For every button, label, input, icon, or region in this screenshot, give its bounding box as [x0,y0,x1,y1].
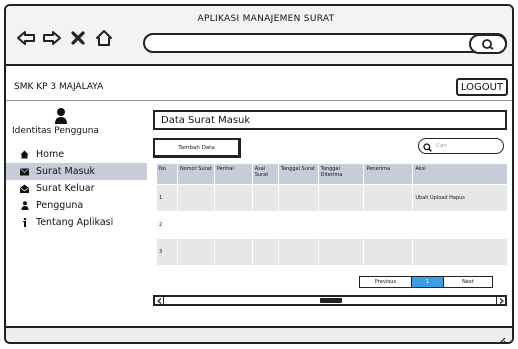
home-icon[interactable] [94,28,114,48]
table-cell [176,211,215,239]
sidebar-item-tentang-aplikasi[interactable]: Tentang Aplikasi [6,214,147,231]
scroll-left-icon[interactable] [155,297,164,304]
sidebar-item-surat-masuk[interactable]: Surat Masuk [6,163,147,180]
user-identity-label: Identitas Pengguna [12,126,99,136]
close-icon[interactable] [68,28,88,48]
scrollbar-thumb[interactable] [320,298,342,303]
row-actions [412,211,508,239]
sidebar-item-label: Home [36,149,65,160]
forward-arrow-icon[interactable] [42,28,62,48]
sidebar-item-label: Surat Keluar [36,183,95,194]
row-actions[interactable]: Ubah Upload Hapus [412,184,508,212]
column-header: Nomor Surat [176,163,215,185]
table-cell [317,184,365,212]
search-input[interactable]: Cari [418,138,504,154]
school-name: SMK KP 3 MAJALAYA [14,82,104,92]
column-header: Tanggal Diterima [317,163,365,185]
sidebar-item-surat-keluar[interactable]: Surat Keluar [6,180,147,197]
next-page-button[interactable]: Next [444,277,492,287]
table-cell [176,238,215,266]
table-cell: 3 [156,238,178,266]
table-cell: 1 [156,184,178,212]
home-icon [20,150,29,159]
info-icon [20,218,29,227]
page-title: Data Surat Masuk [153,110,507,130]
column-header: Asal Surat [251,163,279,185]
table-cell [251,184,279,212]
outbox-icon [20,184,29,193]
table-cell [176,184,215,212]
table-cell [277,211,319,239]
resize-grip-icon[interactable] [496,330,506,342]
search-placeholder: Cari [436,143,447,149]
browser-window: APLIKASI MANAJEMEN SURAT SMK KP 3 MAJALA… [4,4,514,344]
nav-icons [16,28,114,48]
scroll-right-icon[interactable] [496,297,505,304]
browser-toolbar: APLIKASI MANAJEMEN SURAT [6,6,512,66]
table-cell [317,211,365,239]
table-cell [277,238,319,266]
status-bar [6,326,512,342]
sidebar-item-label: Surat Masuk [36,166,96,177]
address-bar[interactable] [143,33,507,53]
sidebar-menu: Home Surat Masuk Surat Keluar Pengguna T… [6,146,147,231]
table-cell: 2 [156,211,178,239]
table-cell [251,211,279,239]
user-icon [20,201,29,210]
search-icon [481,35,495,54]
column-header: Penerima [363,163,414,185]
table-row: 2 [156,211,508,239]
sidebar-item-home[interactable]: Home [6,146,147,163]
sidebar: Identitas Pengguna Home Surat Masuk Sura… [6,101,147,331]
column-header: No [156,163,178,185]
column-header: Aksi [412,163,508,185]
page-1-button[interactable]: 1 [412,277,444,287]
table-cell [363,184,414,212]
back-arrow-icon[interactable] [16,28,36,48]
table-cell [363,211,414,239]
horizontal-scrollbar[interactable] [153,295,507,306]
table-row: 3 [156,238,508,266]
avatar-icon [54,107,68,125]
table-row: 1 Ubah Upload Hapus [156,184,508,212]
previous-page-button[interactable]: Previous [360,277,412,287]
table-cell [213,184,253,212]
table-header-row: No Nomor Surat Perihal Asal Surat Tangga… [156,163,508,185]
envelope-icon [20,167,29,176]
column-header: Tanggal Surat [277,163,319,185]
table-cell [213,238,253,266]
add-data-button[interactable]: Tambah Data [153,138,241,158]
pagination: Previous 1 Next [359,276,493,288]
sidebar-item-pengguna[interactable]: Pengguna [6,197,147,214]
table-cell [363,238,414,266]
column-header: Perihal [213,163,253,185]
sidebar-item-label: Pengguna [36,200,84,211]
table-cell [277,184,319,212]
logout-button[interactable]: LOGOUT [456,78,508,96]
sidebar-item-label: Tentang Aplikasi [36,217,114,228]
table-cell [251,238,279,266]
search-icon [423,137,432,156]
table-cell [317,238,365,266]
table-cell [213,211,253,239]
app-title: APLIKASI MANAJEMEN SURAT [197,14,335,24]
browser-search-button[interactable] [469,34,507,54]
surat-masuk-table: No Nomor Surat Perihal Asal Surat Tangga… [156,163,508,266]
row-actions [412,238,508,266]
